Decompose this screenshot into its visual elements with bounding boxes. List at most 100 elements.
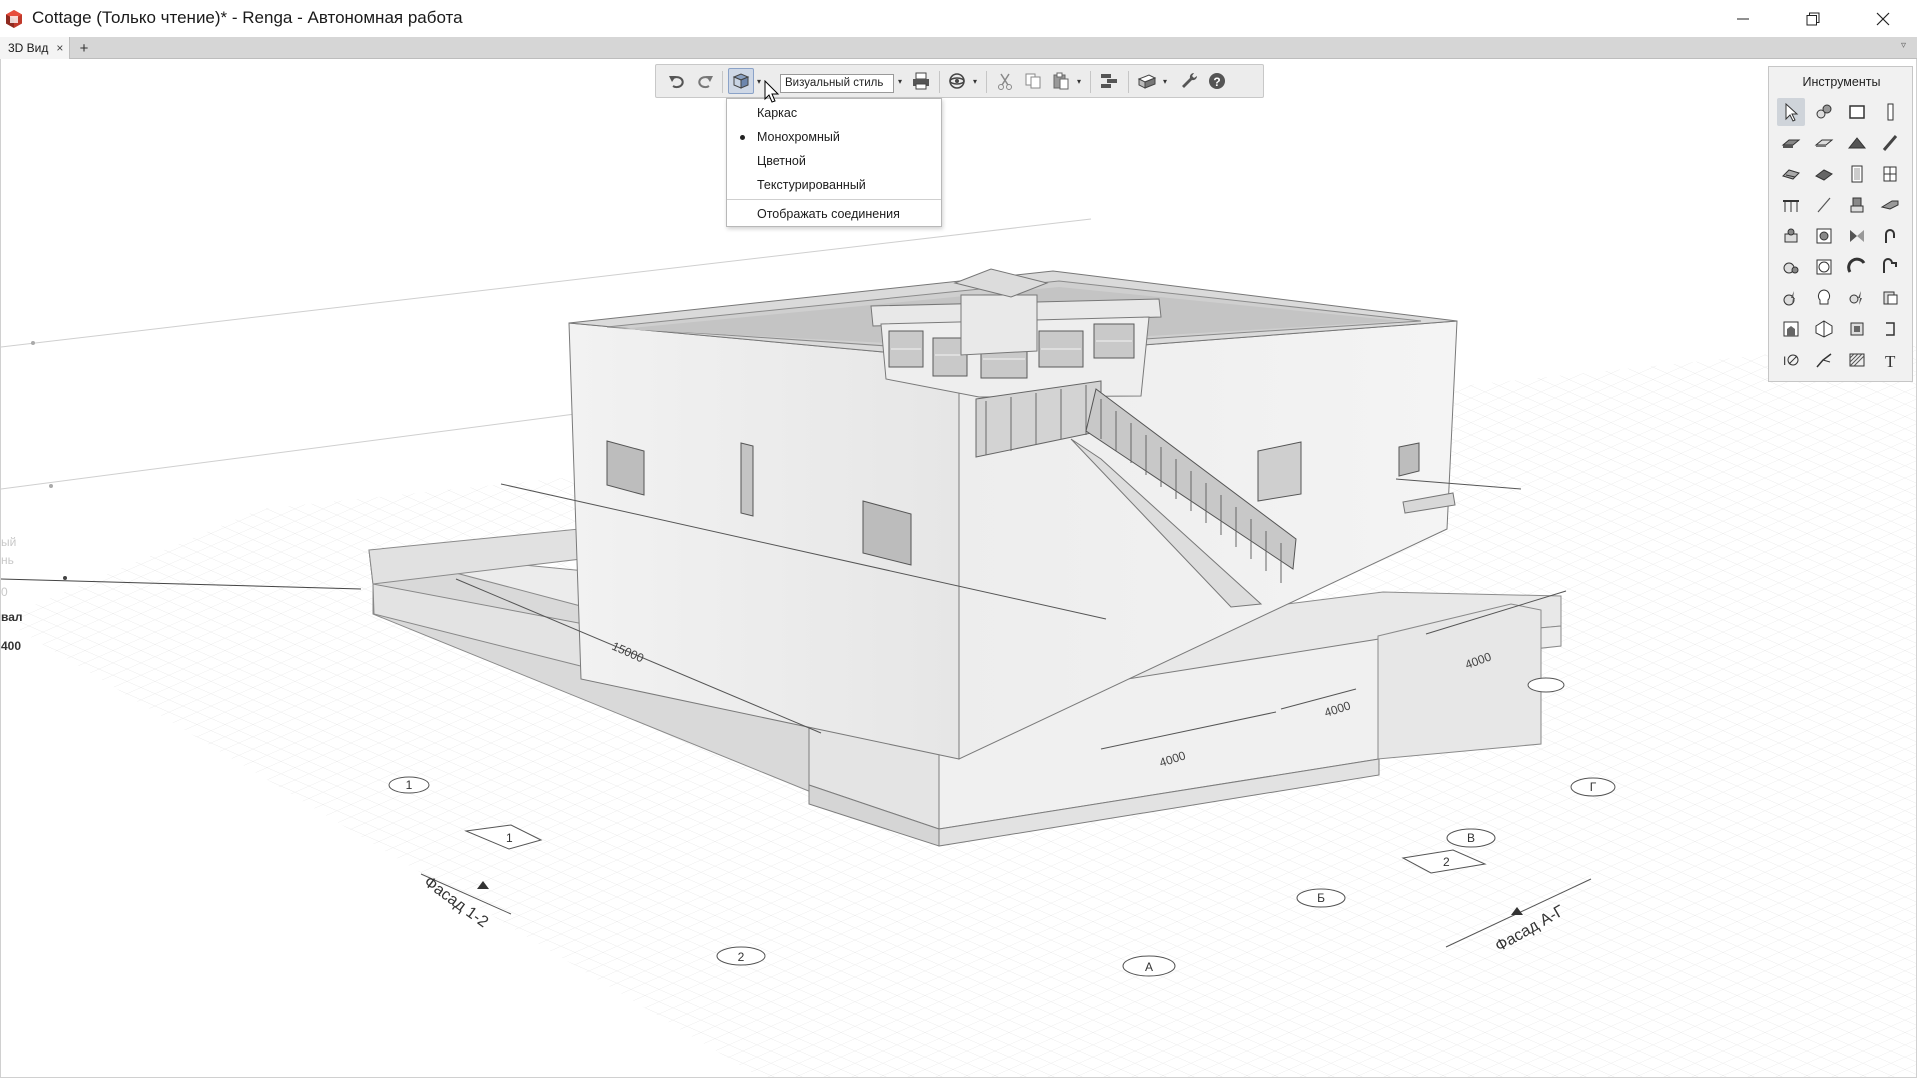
pump-tool-button[interactable]	[1777, 253, 1805, 281]
settings-button[interactable]	[1176, 68, 1202, 94]
mouse-cursor-icon	[764, 80, 780, 103]
tab-3d-view[interactable]: 3D Вид ×	[0, 37, 70, 59]
window-title: Cottage (Только чтение)* - Renga - Автон…	[32, 8, 463, 27]
duct-tool-button[interactable]	[1843, 253, 1871, 281]
select-icon	[1785, 102, 1799, 122]
boiler-tool-button[interactable]	[1810, 253, 1838, 281]
dimension-tool-button[interactable]: I	[1777, 346, 1805, 374]
room-tool-button[interactable]	[1777, 315, 1805, 343]
rectangle-tool-button[interactable]	[1843, 98, 1871, 126]
axis-label: 2	[738, 950, 745, 964]
level-label: вал	[1, 610, 23, 624]
orbit-dropdown-arrow[interactable]: ▾	[973, 78, 981, 86]
close-button[interactable]	[1849, 0, 1917, 37]
paste-button[interactable]	[1048, 68, 1074, 94]
floor-tool-button[interactable]	[1810, 129, 1838, 157]
hatch-tool-button[interactable]	[1843, 346, 1871, 374]
restore-button[interactable]	[1779, 0, 1847, 37]
select-tool-button[interactable]	[1777, 98, 1805, 126]
floor-icon	[1814, 139, 1834, 147]
equipment-tool-button[interactable]	[1843, 191, 1871, 219]
cut-button[interactable]	[992, 68, 1018, 94]
ramp-tool-button[interactable]	[1810, 160, 1838, 188]
style-field-dropdown-arrow[interactable]: ▾	[898, 78, 906, 86]
paste-dropdown-arrow[interactable]: ▾	[1077, 78, 1085, 86]
pipe-tool-button[interactable]	[1876, 191, 1904, 219]
levels-button[interactable]	[1096, 68, 1122, 94]
undo-button[interactable]	[664, 68, 690, 94]
redo-button[interactable]	[692, 68, 718, 94]
menu-item-wireframe[interactable]: Каркас	[727, 101, 941, 125]
axis-label: 1	[406, 778, 413, 792]
level-label: нь	[1, 553, 14, 567]
3d-viewport[interactable]: 15000 4000 4000 4000 1 2 А Б В Г 1 2 Фас…	[0, 59, 1917, 1078]
roof-tool-button[interactable]	[1843, 129, 1871, 157]
stair-tool-button[interactable]	[1777, 160, 1805, 188]
levels-icon	[1101, 74, 1117, 88]
pipe-icon	[1880, 200, 1899, 210]
svg-text:?: ?	[1213, 75, 1220, 89]
views-button[interactable]	[1134, 68, 1160, 94]
line-tool-button[interactable]	[1810, 191, 1838, 219]
facade-tag: 2	[1443, 855, 1450, 869]
axis-label: Б	[1317, 891, 1325, 905]
stair-icon	[1782, 169, 1800, 180]
column-tool-button[interactable]	[1876, 98, 1904, 126]
column-icon	[1887, 103, 1894, 121]
opening-tool-button[interactable]	[1876, 315, 1904, 343]
leader-tool-button[interactable]	[1810, 346, 1838, 374]
menu-item-show-joins[interactable]: Отображать соединения	[727, 202, 941, 226]
menu-separator	[727, 199, 941, 200]
beam-tool-button[interactable]	[1876, 129, 1904, 157]
menu-item-textured[interactable]: Текстурированный	[727, 173, 941, 197]
plumbing-tool-button[interactable]	[1777, 222, 1805, 250]
tab-close-icon[interactable]: ×	[56, 41, 63, 55]
title-bar: Cottage (Только чтение)* - Renga - Автон…	[0, 0, 1917, 37]
copy-button[interactable]	[1020, 68, 1046, 94]
lamp-tool-button[interactable]	[1810, 284, 1838, 312]
assembly-tool-button[interactable]	[1843, 315, 1871, 343]
fitting-tool-button[interactable]	[1876, 222, 1904, 250]
renga-app-icon	[6, 10, 22, 28]
text-tool-button[interactable]: T	[1876, 346, 1904, 374]
railing-tool-button[interactable]	[1777, 191, 1805, 219]
group-tool-button[interactable]	[1810, 98, 1838, 126]
minimize-button[interactable]	[1709, 0, 1777, 37]
switch-tool-button[interactable]	[1843, 284, 1871, 312]
equipment-icon	[1850, 197, 1864, 213]
axis-label: А	[1145, 960, 1153, 974]
lamp-icon	[1817, 289, 1831, 305]
pump-icon	[1783, 262, 1799, 274]
axis-label: Г	[1590, 780, 1597, 794]
visual-style-button[interactable]	[728, 68, 754, 94]
views-dropdown-arrow[interactable]: ▾	[1163, 78, 1171, 86]
valve-tool-button[interactable]	[1843, 222, 1871, 250]
rectangle-icon	[1849, 105, 1865, 119]
tab-overflow-icon[interactable]: ▿	[1901, 40, 1913, 54]
level-label: 0	[1, 585, 8, 599]
menu-item-monochrome[interactable]: Монохромный	[727, 125, 941, 149]
slab-tool-button[interactable]	[1777, 129, 1805, 157]
furnace-tool-button[interactable]	[1810, 222, 1838, 250]
menu-item-color[interactable]: Цветной	[727, 149, 941, 173]
help-button[interactable]: ?	[1204, 68, 1230, 94]
copy-icon	[1025, 73, 1041, 89]
orbit-button[interactable]	[944, 68, 970, 94]
door-tool-button[interactable]	[1843, 160, 1871, 188]
switch-icon	[1849, 291, 1862, 305]
visual-style-field[interactable]: Визуальный стиль	[780, 74, 894, 93]
add-tab-button[interactable]: +	[75, 38, 93, 58]
3d-model-scene[interactable]: 15000 4000 4000 4000 1 2 А Б В Г 1 2 Фас…	[1, 59, 1917, 1078]
view-toolbar: ▾ ▾ ▾ ▾ ▾ ?	[655, 64, 1264, 98]
furnace-icon	[1816, 228, 1832, 244]
hatch-icon	[1849, 353, 1865, 367]
element-tool-button[interactable]	[1810, 315, 1838, 343]
window-tool-button[interactable]	[1876, 160, 1904, 188]
electric-tool-button[interactable]	[1777, 284, 1805, 312]
duct-fitting-tool-button[interactable]	[1876, 253, 1904, 281]
panel-tool-button[interactable]	[1876, 284, 1904, 312]
print-button[interactable]	[908, 68, 934, 94]
ramp-icon	[1815, 169, 1833, 181]
assembly-icon	[1850, 322, 1864, 336]
document-tab-bar: 3D Вид × + ▿	[0, 37, 1917, 59]
